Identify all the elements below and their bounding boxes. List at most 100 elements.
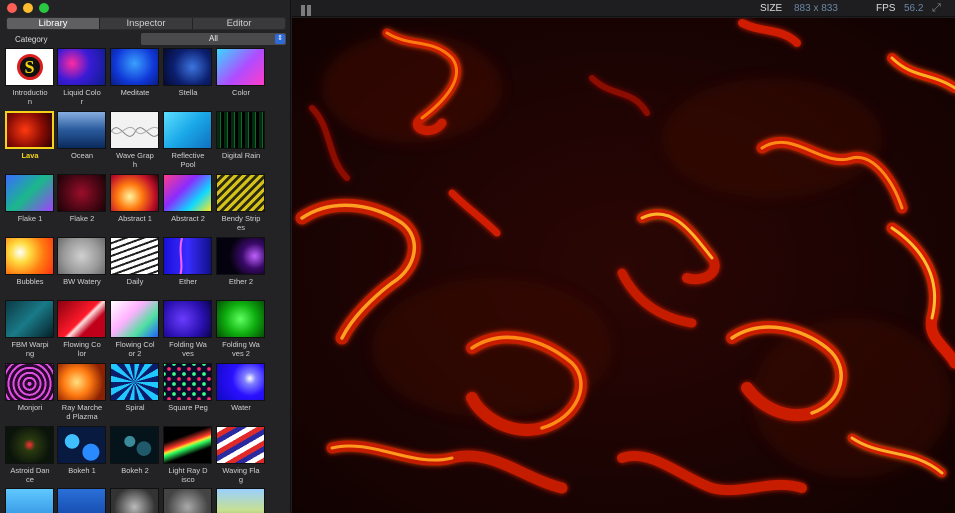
minimize-window-button[interactable] <box>23 3 33 13</box>
library-item-abstract-2[interactable]: Abstract 2 <box>163 174 213 223</box>
library-item-label: Abstract 2 <box>162 214 214 223</box>
category-select[interactable]: All ⇕ <box>141 33 286 45</box>
library-item-label-line: BW Watery <box>63 277 101 286</box>
library-item-label: Bubbles <box>4 277 56 286</box>
library-item-flake-1[interactable]: Flake 1 <box>5 174 55 223</box>
library-item-square-peg[interactable]: Square Peg <box>163 363 213 412</box>
library-item-lava[interactable]: Lava <box>5 111 55 160</box>
library-item-monjori[interactable]: Monjori <box>5 363 55 412</box>
library-item-label-line: d Plazma <box>66 412 98 421</box>
app-window: Library Inspector Editor Category All ⇕ … <box>0 0 955 513</box>
library-item-bokeh-1[interactable]: Bokeh 1 <box>57 426 107 475</box>
pause-icon[interactable] <box>301 3 313 16</box>
library-item-ocean[interactable]: Ocean <box>57 111 107 160</box>
library-item-label-line: Monjori <box>17 403 43 412</box>
category-row: Category All ⇕ <box>6 33 286 45</box>
library-item-flake-2[interactable]: Flake 2 <box>57 174 107 223</box>
library-item-abstract-1[interactable]: Abstract 1 <box>110 174 160 223</box>
library-item-flowing-color[interactable]: Flowing Co lor <box>57 300 107 358</box>
library-item-fbm-warping[interactable]: FBM Warpi ng <box>5 300 55 358</box>
library-item-label: Flowing Col or 2 <box>109 340 161 358</box>
library-item-label-line: h <box>132 160 138 169</box>
library-item-label: Folding Wa ves 2 <box>215 340 267 358</box>
shader-thumbnail <box>110 48 159 86</box>
library-item-folding-waves-2[interactable]: Folding Wa ves 2 <box>216 300 266 358</box>
zoom-window-button[interactable] <box>39 3 49 13</box>
library-item-meditate[interactable]: Meditate <box>110 48 160 97</box>
shader-thumbnail <box>57 111 106 149</box>
library-item-label-line: ng <box>25 349 35 358</box>
library-item-bubbles[interactable]: Bubbles <box>5 237 55 286</box>
shader-thumbnail <box>5 237 54 275</box>
library-item-stella[interactable]: Stella <box>163 48 213 97</box>
shader-thumbnail <box>57 300 106 338</box>
library-item-ray-marched-plazma[interactable]: Ray Marche d Plazma <box>57 363 107 421</box>
library-item-label-line: isco <box>181 475 195 484</box>
library-item-folding-waves[interactable]: Folding Wa ves <box>163 300 213 358</box>
library-item-label-line: Flowing Col <box>115 340 155 349</box>
library-item-label-line: Folding Wa <box>222 340 260 349</box>
shader-thumbnail <box>216 237 265 275</box>
library-item-ether-2[interactable]: Ether 2 <box>216 237 266 286</box>
library-item-item-38[interactable] <box>163 488 213 513</box>
library-item-digital-rain[interactable]: Digital Rain <box>216 111 266 160</box>
library-item-label-line: es <box>237 223 245 232</box>
library-item-label-line: Stella <box>178 88 198 97</box>
library-item-daily[interactable]: Daily <box>110 237 160 286</box>
library-item-label-line: Daily <box>126 277 144 286</box>
library-item-color[interactable]: Color <box>216 48 266 97</box>
library-item-flowing-color-2[interactable]: Flowing Col or 2 <box>110 300 160 358</box>
library-item-reflective-pool[interactable]: Reflective Pool <box>163 111 213 169</box>
library-item-label: Monjori <box>4 403 56 412</box>
expand-icon[interactable]: ⤢ <box>932 2 941 15</box>
chevron-updown-icon: ⇕ <box>275 34 285 44</box>
shader-preview-canvas[interactable] <box>292 18 955 513</box>
library-item-label: Reflective Pool <box>162 151 214 169</box>
shader-thumbnail <box>110 111 159 149</box>
library-item-label-line: Bendy Strip <box>221 214 261 223</box>
library-item-label-line: ves 2 <box>232 349 250 358</box>
library-item-label-line: Abstract 1 <box>118 214 152 223</box>
library-item-item-39[interactable] <box>216 488 266 513</box>
library-item-item-35[interactable] <box>5 488 55 513</box>
shader-thumbnail <box>216 363 265 401</box>
library-item-label: Astroid Dan ce <box>4 466 56 484</box>
library-item-light-ray-disco[interactable]: Light Ray Disco <box>163 426 213 484</box>
library-item-wave-graph[interactable]: Wave Grap h <box>110 111 160 169</box>
shader-thumbnail <box>163 300 212 338</box>
shader-thumbnail <box>216 111 265 149</box>
library-item-bokeh-2[interactable]: Bokeh 2 <box>110 426 160 475</box>
fps-label: FPS <box>876 3 896 14</box>
library-item-label-line: Introductio <box>12 88 48 97</box>
tab-inspector[interactable]: Inspector <box>100 18 193 29</box>
library-item-label-line: Folding Wa <box>169 340 207 349</box>
library-item-item-37[interactable] <box>110 488 160 513</box>
shader-thumbnail <box>163 174 212 212</box>
library-item-introduction[interactable]: S Introductio n <box>5 48 55 106</box>
library-item-bw-watery[interactable]: BW Watery <box>57 237 107 286</box>
library-item-water[interactable]: Water <box>216 363 266 412</box>
library-item-label-line: r <box>80 97 84 106</box>
library-item-astroid-dance[interactable]: Astroid Dan ce <box>5 426 55 484</box>
shader-thumbnail <box>57 488 106 513</box>
shader-thumbnail <box>163 237 212 275</box>
library-item-label-line: or 2 <box>128 349 142 358</box>
library-item-label: Abstract 1 <box>109 214 161 223</box>
library-item-liquid-color[interactable]: Liquid Colo r <box>57 48 107 106</box>
library-item-label-line: Spiral <box>125 403 145 412</box>
library-item-label-line: n <box>27 97 33 106</box>
library-item-label: Bokeh 1 <box>56 466 108 475</box>
library-item-ether[interactable]: Ether <box>163 237 213 286</box>
library-item-item-36[interactable] <box>57 488 107 513</box>
library-item-label-line: ce <box>26 475 34 484</box>
library-item-label: Folding Wa ves <box>162 340 214 358</box>
shader-thumbnail <box>57 426 106 464</box>
close-window-button[interactable] <box>7 3 17 13</box>
library-item-bendy-stripes[interactable]: Bendy Strip es <box>216 174 266 232</box>
tab-editor[interactable]: Editor <box>193 18 285 29</box>
library-item-spiral[interactable]: Spiral <box>110 363 160 412</box>
shader-thumbnail <box>110 237 159 275</box>
tab-library[interactable]: Library <box>7 18 100 29</box>
shader-thumbnail <box>216 48 265 86</box>
library-item-waving-flag[interactable]: Waving Fla g <box>216 426 266 484</box>
